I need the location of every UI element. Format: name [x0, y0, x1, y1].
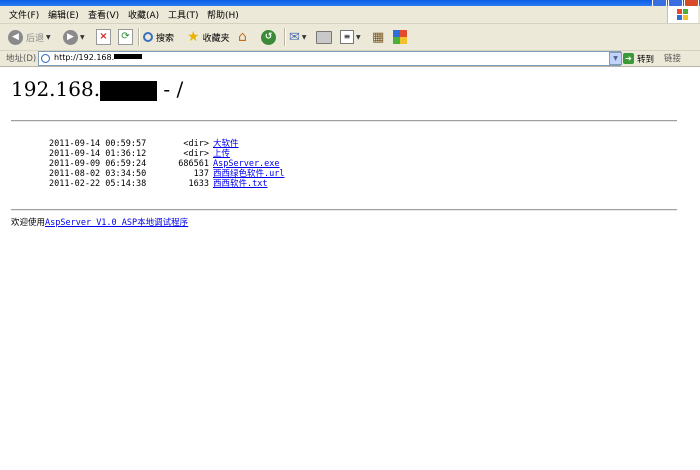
refresh-icon: ⟳: [118, 29, 133, 45]
item-link[interactable]: 西西绿色软件.url: [213, 169, 284, 179]
favorites-label: 收藏夹: [202, 33, 230, 44]
menu-favorites[interactable]: 收藏(A): [128, 8, 159, 21]
menu-view[interactable]: 查看(V): [88, 8, 119, 21]
stop-icon: ×: [96, 29, 111, 45]
item-date: 2011-09-14 00:59:57: [49, 139, 147, 149]
stop-button[interactable]: ×: [96, 27, 111, 47]
page-title: 192.168. - /: [11, 77, 184, 101]
messenger-button[interactable]: [393, 27, 407, 47]
toolbar-separator: [138, 28, 140, 46]
menu-file[interactable]: 文件(F): [9, 8, 39, 21]
mail-icon: ✉: [289, 29, 300, 45]
address-input[interactable]: http://192.168.: [38, 51, 621, 66]
home-icon: ⌂: [238, 29, 247, 45]
search-icon: [143, 32, 153, 42]
redacted-address: [114, 54, 143, 59]
research-icon: ▦: [372, 29, 385, 45]
divider-top: [11, 120, 677, 122]
search-button[interactable]: 搜索: [143, 27, 174, 47]
links-label[interactable]: 链接: [664, 52, 681, 64]
item-size: <dir>: [183, 149, 209, 159]
item-size: 137: [193, 169, 209, 179]
print-button[interactable]: [316, 27, 332, 47]
windows-logo-icon: [667, 6, 698, 23]
back-dropdown-icon[interactable]: ▼: [46, 34, 51, 41]
item-size: <dir>: [183, 139, 209, 149]
item-date: 2011-02-22 05:14:38: [49, 179, 147, 189]
item-size: 1633: [188, 179, 209, 189]
list-item: 2011-08-02 03:34:50 137 西西绿色软件.url: [49, 169, 284, 179]
item-date: 2011-09-09 06:59:24: [49, 159, 147, 169]
print-icon: [316, 30, 332, 44]
edit-button[interactable]: ≡ ▼: [340, 27, 361, 47]
address-dropdown-icon[interactable]: ▼: [609, 52, 622, 65]
messenger-icon: [393, 30, 407, 44]
list-item: 2011-09-09 06:59:24 686561 AspServer.exe: [49, 159, 284, 169]
redacted-ip: [100, 81, 158, 101]
history-button[interactable]: ↺: [261, 27, 276, 47]
forward-arrow-icon: ▶: [63, 29, 78, 45]
menu-help[interactable]: 帮助(H): [207, 8, 239, 21]
edit-dropdown-icon[interactable]: ▼: [356, 34, 361, 41]
menu-bar: 文件(F) 编辑(E) 查看(V) 收藏(A) 工具(T) 帮助(H): [0, 6, 700, 24]
history-icon: ↺: [261, 29, 276, 45]
footer: 欢迎使用AspServer V1.0 ASP本地调试程序: [11, 216, 188, 228]
research-button[interactable]: ▦: [372, 27, 384, 47]
address-bar: 地址(D) http://192.168. ▼ ➔ 转到 链接: [0, 51, 700, 67]
footer-text: 欢迎使用: [11, 218, 46, 228]
item-date: 2011-08-02 03:34:50: [49, 169, 147, 179]
address-value: http://192.168.: [54, 53, 143, 62]
search-label: 搜索: [156, 33, 175, 44]
divider-bottom: [11, 209, 677, 211]
mail-dropdown-icon[interactable]: ▼: [302, 34, 307, 41]
menu-tools[interactable]: 工具(T): [168, 8, 199, 21]
refresh-button[interactable]: ⟳: [118, 27, 133, 47]
back-arrow-icon: ◀: [8, 29, 23, 45]
item-link[interactable]: AspServer.exe: [213, 159, 280, 169]
go-label: 转到: [637, 54, 655, 65]
item-size: 686561: [178, 159, 209, 169]
list-item: 2011-09-14 01:36:12 <dir> 上传: [49, 149, 284, 159]
list-item: 2011-09-14 00:59:57 <dir> 大软件: [49, 139, 284, 149]
go-arrow-icon: ➔: [623, 53, 634, 64]
star-icon: ★: [187, 29, 200, 45]
toolbar: ◀ 后退 ▼ ▶ ▼ × ⟳ ⌂ 搜索 ★ 收藏夹 ↺ ✉ ▼ ≡ ▼ ▦: [0, 24, 700, 51]
page-content: 192.168. - / 2011-09-14 00:59:57 <dir> 大软件…: [0, 67, 700, 470]
home-button[interactable]: ⌂: [238, 27, 247, 47]
favorites-button[interactable]: ★ 收藏夹: [187, 27, 230, 47]
forward-button[interactable]: ▶ ▼: [63, 27, 85, 47]
address-label: 地址(D): [6, 54, 37, 64]
item-date: 2011-09-14 01:36:12: [49, 149, 147, 159]
ie-page-icon: [41, 54, 50, 63]
edit-icon: ≡: [340, 30, 354, 44]
item-link[interactable]: 西西软件.txt: [213, 179, 267, 189]
item-link[interactable]: 上传: [213, 149, 230, 159]
go-button[interactable]: ➔ 转到: [623, 52, 654, 65]
back-button[interactable]: ◀ 后退 ▼: [8, 27, 51, 47]
item-link[interactable]: 大软件: [213, 139, 239, 149]
mail-button[interactable]: ✉ ▼: [289, 27, 307, 47]
back-label: 后退: [26, 33, 45, 44]
directory-listing: 2011-09-14 00:59:57 <dir> 大软件 2011-09-14 0…: [49, 139, 284, 189]
toolbar-separator: [284, 28, 286, 46]
forward-dropdown-icon[interactable]: ▼: [80, 34, 85, 41]
menu-edit[interactable]: 编辑(E): [48, 8, 79, 21]
footer-link[interactable]: AspServer V1.0 ASP本地调试程序: [45, 218, 188, 228]
list-item: 2011-02-22 05:14:38 1633 西西软件.txt: [49, 179, 284, 189]
